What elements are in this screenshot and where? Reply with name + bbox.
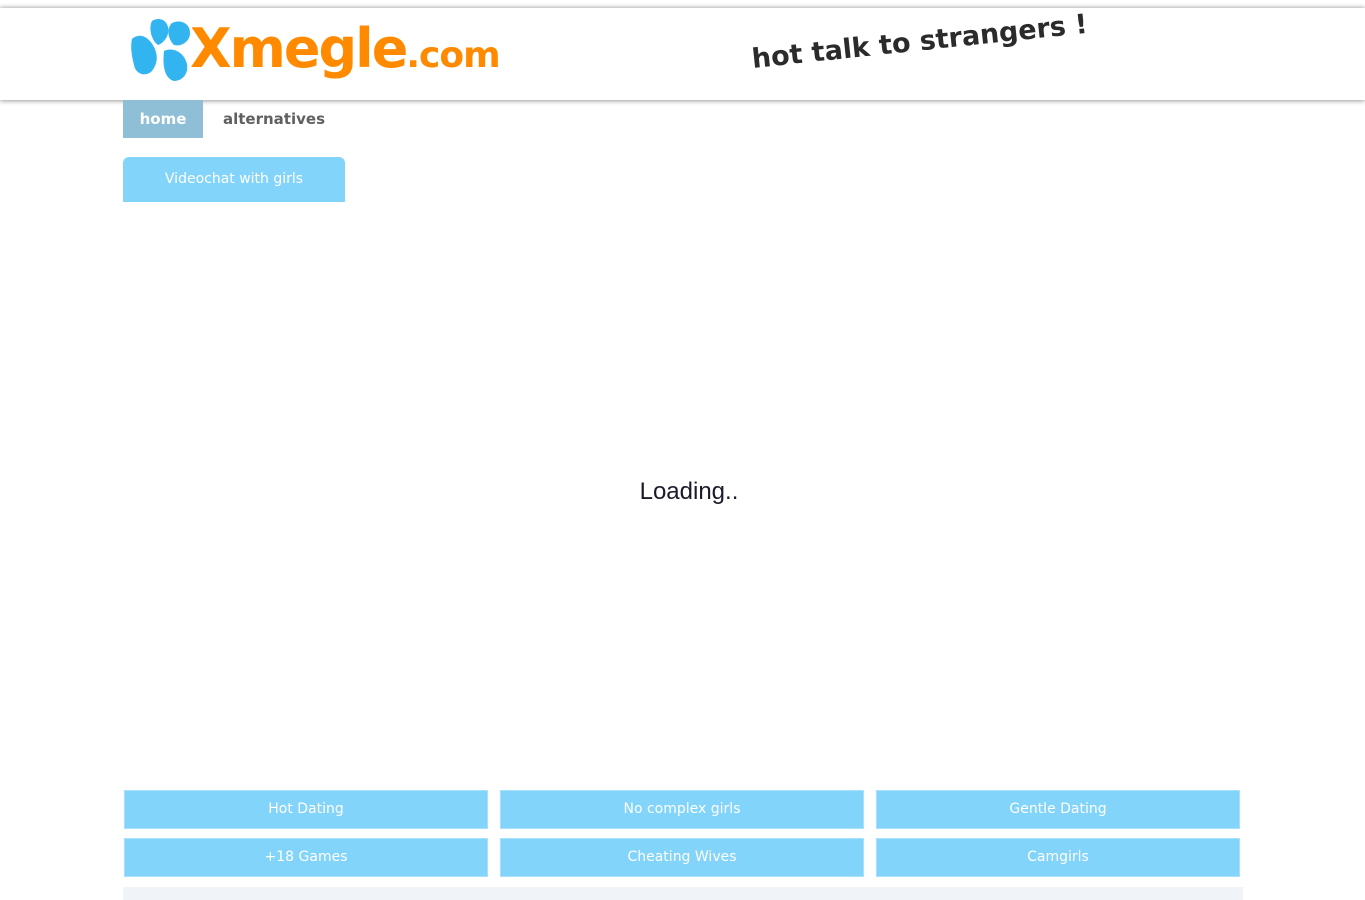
loading-status: Loading.. xyxy=(639,478,739,505)
site-slogan: hot talk to strangers ! xyxy=(750,8,1089,75)
18-games-button[interactable]: +18 Games xyxy=(124,838,488,877)
nav-item-alternatives[interactable]: alternatives xyxy=(203,100,345,138)
no-complex-girls-button[interactable]: No complex girls xyxy=(500,790,864,829)
hot-dating-button[interactable]: Hot Dating xyxy=(124,790,488,829)
cheating-wives-button[interactable]: Cheating Wives xyxy=(500,838,864,877)
nav-item-home[interactable]: home xyxy=(123,100,203,138)
logo-tld: .com xyxy=(406,35,500,76)
x-logo-icon xyxy=(131,19,190,81)
promo-links-grid: Hot Dating No complex girls Gentle Datin… xyxy=(124,790,1241,877)
camgirls-button[interactable]: Camgirls xyxy=(876,838,1240,877)
main-nav: home alternatives xyxy=(123,100,345,138)
footer-strip xyxy=(123,887,1243,900)
gentle-dating-button[interactable]: Gentle Dating xyxy=(876,790,1240,829)
videochat-with-girls-button[interactable]: Videochat with girls xyxy=(123,157,345,202)
site-logo[interactable]: Xmegle.com xyxy=(128,17,501,83)
logo-wordmark: Xmegle.com xyxy=(190,17,501,86)
site-header: Xmegle.com hot talk to strangers ! xyxy=(0,8,1365,100)
logo-brand: Xmegle xyxy=(190,17,408,80)
